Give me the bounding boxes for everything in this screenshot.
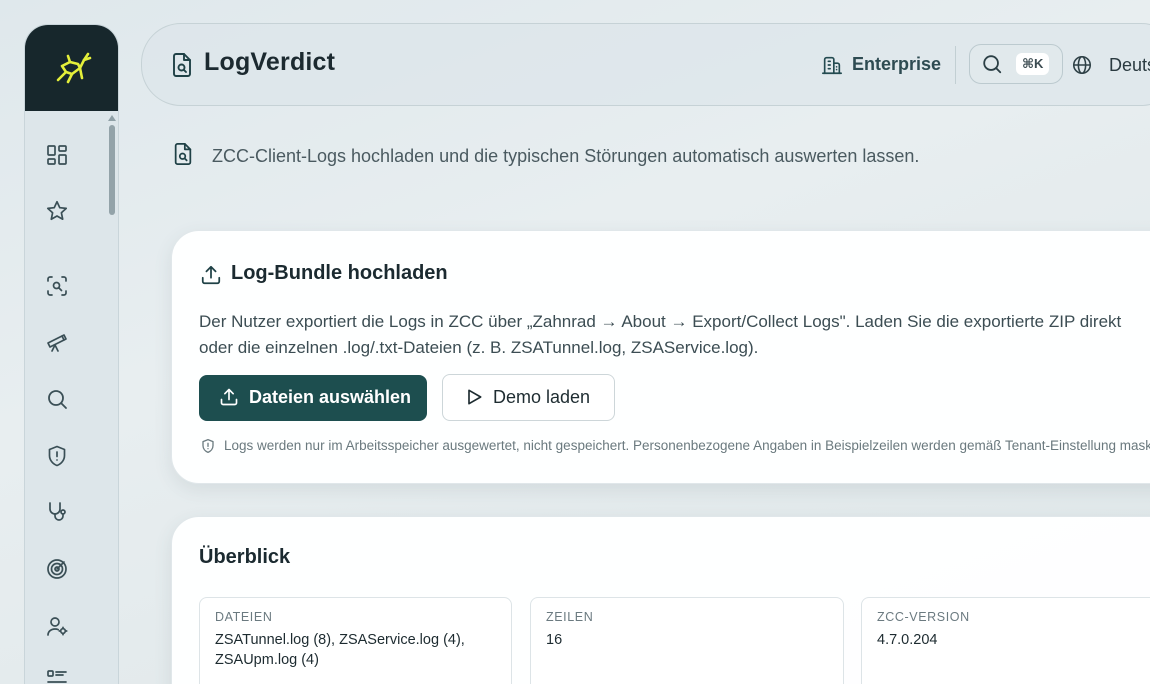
keyboard-shortcut-badge: ⌘K — [1016, 53, 1050, 75]
upload-card: Log-Bundle hochladen Der Nutzer exportie… — [171, 230, 1150, 484]
stat-value: ZSATunnel.log (8), ZSAService.log (4), Z… — [215, 632, 465, 668]
gazelle-logo-icon — [56, 52, 91, 84]
select-files-button[interactable]: Dateien auswählen — [199, 375, 427, 421]
load-demo-button[interactable]: Demo laden — [442, 374, 615, 421]
select-files-label: Dateien auswählen — [249, 387, 412, 407]
scroll-up-arrow-icon[interactable] — [108, 115, 116, 121]
stat-value: 16 — [546, 632, 563, 648]
search-icon — [983, 55, 1002, 74]
header-divider — [955, 46, 956, 84]
upload-description-line: Der Nutzer exportiert die Logs in ZCC üb… — [199, 312, 1122, 331]
top-header: LogVerdict Enterprise ⌘K Deutsch — [141, 23, 1150, 106]
building-icon — [822, 56, 842, 75]
list-icon[interactable] — [45, 667, 69, 684]
target-icon[interactable] — [45, 557, 69, 581]
search-icon[interactable] — [45, 387, 69, 411]
stat-label: ZEILEN — [546, 610, 594, 624]
load-demo-label: Demo laden — [493, 387, 591, 407]
shield-alert-icon[interactable] — [45, 444, 69, 468]
upload-icon — [220, 388, 238, 406]
file-search-icon — [173, 53, 191, 77]
upload-card-title: Log-Bundle hochladen — [231, 262, 448, 284]
star-icon[interactable] — [45, 199, 69, 223]
globe-icon[interactable] — [1071, 54, 1093, 76]
telescope-icon[interactable] — [45, 330, 69, 354]
plan-label[interactable]: Enterprise — [852, 54, 941, 75]
stat-label: ZCC-VERSION — [877, 610, 970, 624]
file-search-icon — [174, 143, 192, 165]
overview-card: Überblick DATEIEN ZSATunnel.log (8), ZSA… — [171, 516, 1150, 684]
app-title: LogVerdict — [204, 48, 336, 76]
language-selector[interactable]: Deutsch — [1109, 55, 1150, 76]
stat-zcc-version: ZCC-VERSION 4.7.0.204 — [861, 597, 1150, 684]
upload-description-line: oder die einzelnen .log/.txt-Dateien (z.… — [199, 338, 759, 357]
overview-title: Überblick — [199, 546, 291, 568]
global-search-button[interactable]: ⌘K — [969, 44, 1063, 84]
stat-value: 4.7.0.204 — [877, 632, 938, 648]
dashboard-icon[interactable] — [45, 143, 69, 167]
stethoscope-icon[interactable] — [45, 500, 69, 524]
logo[interactable] — [25, 25, 118, 111]
privacy-note: Logs werden nur im Arbeitsspeicher ausge… — [224, 438, 1150, 453]
play-icon — [468, 389, 482, 405]
stat-label: DATEIEN — [215, 610, 273, 624]
stat-lines: ZEILEN 16 — [530, 597, 844, 684]
upload-description: Der Nutzer exportiert die Logs in ZCC üb… — [199, 309, 1150, 361]
scan-search-icon[interactable] — [45, 274, 69, 298]
user-settings-icon[interactable] — [45, 614, 69, 638]
page-description: ZCC-Client-Logs hochladen und die typisc… — [212, 146, 920, 166]
sidebar-scrollbar[interactable] — [109, 125, 115, 215]
shield-alert-icon — [202, 439, 214, 453]
sidebar — [24, 24, 119, 684]
stat-files: DATEIEN ZSATunnel.log (8), ZSAService.lo… — [199, 597, 512, 684]
upload-icon — [201, 265, 221, 285]
